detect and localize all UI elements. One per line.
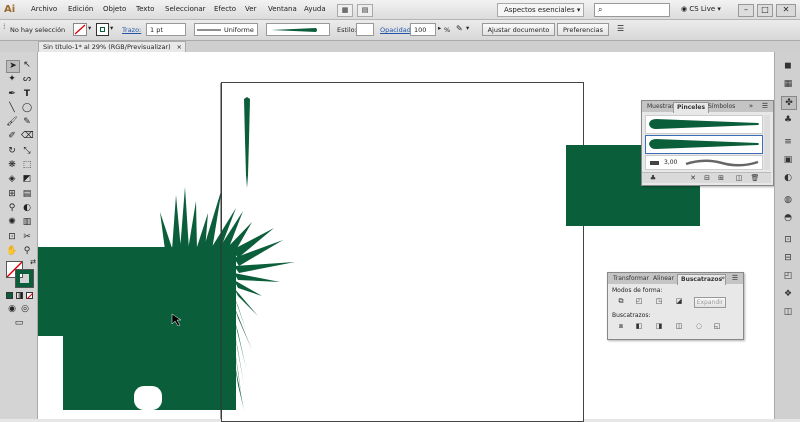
swatches-panel-icon[interactable]: ▦ [781, 78, 795, 90]
brush-size-icon [650, 161, 659, 165]
divide-icon[interactable]: ⧈ [616, 322, 626, 331]
minus-back-icon[interactable]: ◱ [712, 322, 722, 331]
tab-transformar[interactable]: Transformar [610, 274, 652, 284]
minus-front-icon[interactable]: ◰ [634, 297, 644, 306]
tab-pinceles[interactable]: Pinceles [673, 102, 710, 113]
collapse-pathfinder-icon[interactable]: » [718, 274, 728, 283]
brushes-panel-tabs: Muestras Pinceles Símbolos » ☰ [642, 101, 773, 113]
pathfinders-label: Buscatrazos: [612, 312, 651, 319]
pathfinder-panel: Transformar Alinear Buscatrazos » ☰ Modo… [607, 272, 744, 340]
brush-size-value: 3,00 [664, 159, 678, 166]
shape-notch [38, 336, 63, 410]
brush-item-3[interactable]: 3,00 [645, 155, 763, 170]
exclude-icon[interactable]: ◪ [674, 297, 684, 306]
right-dock: ◼ ▦ ✤ ♣ ≡ ▣ ◐ ◍ ◓ ⊡ ⊟ ◰ ❖ ◫ [774, 52, 800, 419]
pathfinder-panel-tabs: Transformar Alinear Buscatrazos » ☰ [608, 273, 743, 285]
brush-2-preview-icon [649, 139, 759, 149]
merge-icon[interactable]: ◨ [654, 322, 664, 331]
collapse-panel-icon[interactable]: » [746, 102, 756, 111]
layers-panel-icon[interactable]: ❖ [781, 288, 795, 300]
brushes-scrollbar[interactable] [764, 115, 770, 170]
transform-panel-icon[interactable]: ⊡ [781, 234, 795, 246]
crop-icon[interactable]: ◫ [674, 322, 684, 331]
symbols-panel-icon[interactable]: ♣ [781, 114, 795, 126]
delete-brush-icon[interactable]: 🗑 [750, 174, 760, 183]
brush-1-preview-icon [649, 119, 759, 129]
align-panel-icon[interactable]: ⊟ [781, 252, 795, 264]
transparency-panel-icon[interactable]: ◐ [781, 172, 795, 184]
unite-icon[interactable]: ⧉ [616, 297, 626, 306]
outline-icon[interactable]: ◌ [694, 322, 704, 331]
brush-libraries-icon[interactable]: ♣ [648, 174, 658, 183]
artboards-panel-icon[interactable]: ◫ [781, 306, 795, 318]
stroke-panel-icon[interactable]: ≡ [781, 136, 795, 148]
options-selected-icon[interactable]: ⊟ [702, 174, 712, 183]
green-rectangle-shape [38, 247, 236, 410]
tab-alinear[interactable]: Alinear [650, 274, 677, 284]
color-panel-icon[interactable]: ◼ [781, 60, 795, 72]
trim-icon[interactable]: ◧ [634, 322, 644, 331]
brush-3-preview-icon [685, 159, 759, 167]
panel-menu-icon[interactable]: ☰ [760, 102, 770, 111]
shape-bump-cutout [134, 386, 162, 410]
expand-button[interactable]: Expandir [694, 297, 726, 308]
brushes-panel-icon[interactable]: ✤ [781, 96, 797, 110]
appearance-panel-icon[interactable]: ◍ [781, 194, 795, 206]
intersect-icon[interactable]: ◳ [654, 297, 664, 306]
graphic-styles-panel-icon[interactable]: ◓ [781, 212, 795, 224]
brushes-panel-footer: ♣ ✕ ⊟ ⊞ ◫ 🗑 [642, 172, 771, 183]
artwork-layer [38, 83, 700, 419]
pathfinder-panel-icon[interactable]: ◰ [781, 270, 795, 282]
shape-modes-label: Modos de forma: [612, 287, 663, 294]
remove-brush-stroke-icon[interactable]: ✕ [688, 174, 698, 183]
brush-item-1[interactable] [645, 115, 763, 134]
gradient-panel-icon[interactable]: ▣ [781, 154, 795, 166]
new-brush-icon[interactable]: ◫ [734, 174, 744, 183]
brushes-panel: Muestras Pinceles Símbolos » ☰ 3,00 ♣ ✕ … [641, 100, 774, 186]
tab-simbolos[interactable]: Símbolos [705, 102, 738, 112]
brush-options-icon[interactable]: ⊞ [716, 174, 726, 183]
pathfinder-menu-icon[interactable]: ☰ [730, 274, 740, 283]
brush-item-2[interactable] [645, 135, 763, 154]
brush-stroke-vertical [244, 97, 250, 188]
